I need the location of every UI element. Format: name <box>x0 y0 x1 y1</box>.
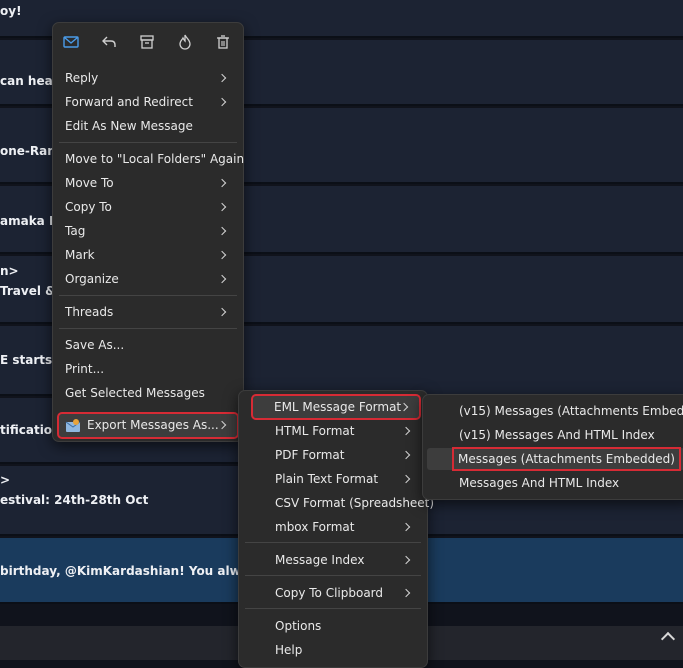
menu-separator <box>245 542 421 543</box>
menu-separator <box>59 295 237 296</box>
eml-format-submenu: (v15) Messages (Attachments Embedded) (v… <box>422 394 683 500</box>
menu-separator <box>59 142 237 143</box>
csv-format-menu-item[interactable]: CSV Format (Spreadsheet) <box>245 492 434 514</box>
reply-icon[interactable] <box>100 33 118 51</box>
export-messages-as-menu-item[interactable]: Export Messages As... <box>57 412 239 439</box>
delete-icon[interactable] <box>214 33 232 51</box>
html-format-menu-item[interactable]: HTML Format <box>245 420 421 442</box>
menu-separator <box>245 608 421 609</box>
chevron-right-icon <box>217 178 227 188</box>
chevron-right-icon <box>217 73 227 83</box>
export-format-submenu: EML Message Format HTML Format PDF Forma… <box>238 390 434 668</box>
chevron-right-icon <box>217 307 227 317</box>
chevron-right-icon <box>401 588 411 598</box>
organize-menu-item[interactable]: Organize <box>59 268 237 290</box>
print-menu-item[interactable]: Print... <box>59 358 237 380</box>
get-selected-messages-menu-item[interactable]: Get Selected Messages <box>59 382 237 404</box>
chevron-right-icon <box>401 522 411 532</box>
v15-messages-attachments-embedded-menu-item[interactable]: (v15) Messages (Attachments Embedded) <box>427 400 683 422</box>
chevron-right-icon <box>401 450 411 460</box>
message-subject: oy! <box>0 4 22 18</box>
junk-icon[interactable] <box>176 33 194 51</box>
mail-icon[interactable] <box>62 33 80 51</box>
edit-as-new-menu-item[interactable]: Edit As New Message <box>59 115 237 137</box>
eml-message-format-menu-item[interactable]: EML Message Format <box>251 394 421 420</box>
message-subject: estival: 24th-28th Oct <box>0 493 149 507</box>
plain-text-format-menu-item[interactable]: Plain Text Format <box>245 468 421 490</box>
chevron-right-icon <box>217 274 227 284</box>
message-sender: n> <box>0 264 19 278</box>
options-menu-item[interactable]: Options <box>245 615 421 637</box>
chevron-right-icon <box>401 426 411 436</box>
chevron-right-icon <box>217 97 227 107</box>
export-addon-icon <box>65 418 81 433</box>
chevron-right-icon <box>401 474 411 484</box>
move-to-local-folders-menu-item[interactable]: Move to "Local Folders" Again <box>59 148 244 170</box>
copy-to-clipboard-menu-item[interactable]: Copy To Clipboard <box>245 582 421 604</box>
threads-menu-item[interactable]: Threads <box>59 301 237 323</box>
mbox-format-menu-item[interactable]: mbox Format <box>245 516 421 538</box>
message-sender: > <box>0 473 11 487</box>
menu-separator <box>245 575 421 576</box>
reply-menu-item[interactable]: Reply <box>59 67 237 89</box>
move-to-menu-item[interactable]: Move To <box>59 172 237 194</box>
v15-messages-html-index-menu-item[interactable]: (v15) Messages And HTML Index <box>427 424 683 446</box>
help-menu-item[interactable]: Help <box>245 639 421 661</box>
chevron-right-icon <box>217 226 227 236</box>
save-as-menu-item[interactable]: Save As... <box>59 334 237 356</box>
message-index-menu-item[interactable]: Message Index <box>245 549 421 571</box>
chevron-right-icon <box>401 555 411 565</box>
pdf-format-menu-item[interactable]: PDF Format <box>245 444 421 466</box>
message-subject: Travel & <box>0 284 56 298</box>
tag-menu-item[interactable]: Tag <box>59 220 237 242</box>
forward-redirect-menu-item[interactable]: Forward and Redirect <box>59 91 237 113</box>
archive-icon[interactable] <box>138 33 156 51</box>
menu-separator <box>59 328 237 329</box>
chevron-right-icon <box>217 420 227 430</box>
chevron-right-icon <box>217 202 227 212</box>
mark-menu-item[interactable]: Mark <box>59 244 237 266</box>
message-context-menu: Reply Forward and Redirect Edit As New M… <box>52 22 244 442</box>
chevron-right-icon <box>217 250 227 260</box>
copy-to-menu-item[interactable]: Copy To <box>59 196 237 218</box>
messages-html-index-menu-item[interactable]: Messages And HTML Index <box>427 472 683 494</box>
messages-attachments-embedded-menu-item[interactable]: Messages (Attachments Embedded) <box>427 447 683 471</box>
